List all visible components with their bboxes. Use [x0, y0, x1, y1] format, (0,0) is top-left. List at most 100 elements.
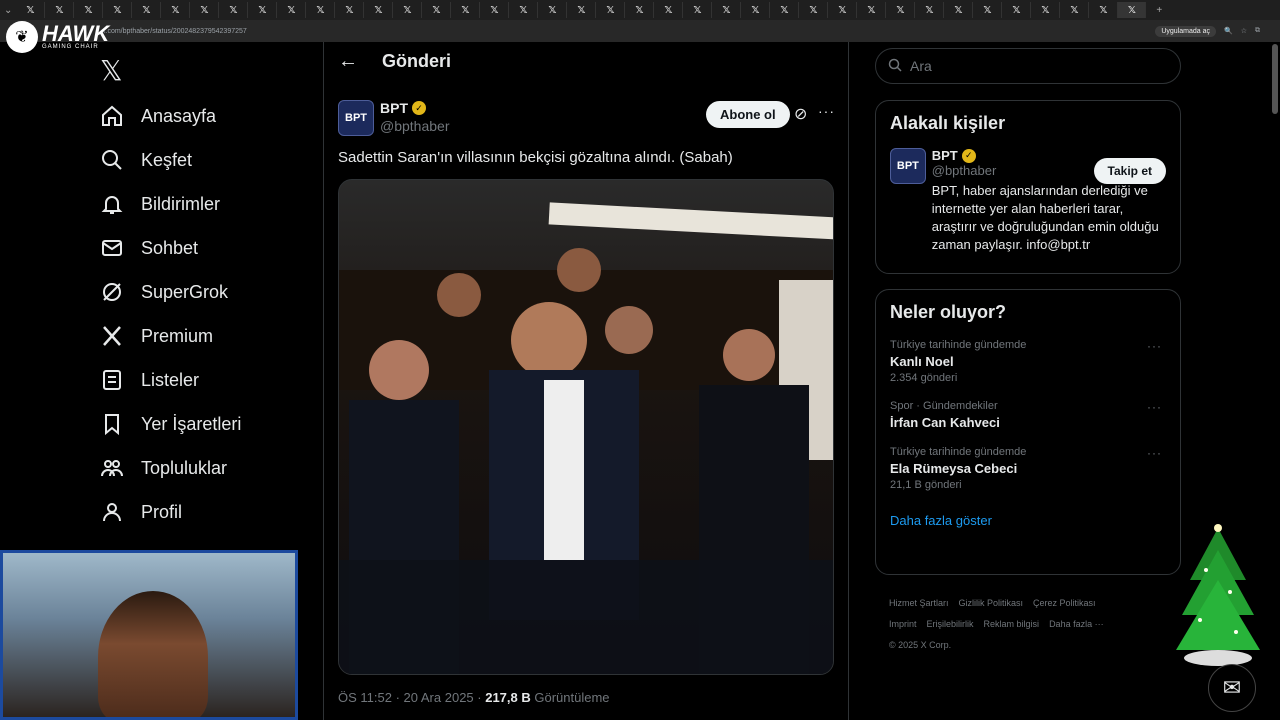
more-options-icon[interactable]: ···: [818, 103, 835, 119]
browser-tab[interactable]: 𝕏: [364, 2, 394, 18]
browser-tab[interactable]: 𝕏: [1118, 2, 1147, 18]
sidebar-item-label: Keşfet: [141, 149, 193, 170]
view-label: Görüntüleme: [534, 690, 610, 705]
trend-item[interactable]: Spor · Gündemdekiler İrfan Can Kahveci ···: [890, 400, 1166, 430]
browser-tab[interactable]: 𝕏: [45, 2, 75, 18]
star-icon[interactable]: ☆: [1241, 27, 1247, 35]
browser-tab[interactable]: 𝕏: [393, 2, 423, 18]
messages-icon[interactable]: ✉: [1208, 664, 1256, 712]
subscribe-button[interactable]: Abone ol: [706, 101, 790, 128]
x-favicon-icon: 𝕏: [519, 4, 528, 16]
browser-tab[interactable]: 𝕏: [625, 2, 655, 18]
browser-tab[interactable]: 𝕏: [828, 2, 858, 18]
search-input[interactable]: Ara: [875, 48, 1181, 84]
show-more-link[interactable]: Daha fazla göster: [890, 513, 1166, 528]
browser-tab[interactable]: 𝕏: [1031, 2, 1061, 18]
browser-tab[interactable]: 𝕏: [915, 2, 945, 18]
footer-link[interactable]: Hizmet Şartları: [889, 598, 949, 608]
post-time[interactable]: ÖS 11:52: [338, 690, 392, 705]
x-logo-icon[interactable]: 𝕏: [100, 54, 123, 87]
browser-tab[interactable]: 𝕏: [103, 2, 133, 18]
browser-tab[interactable]: 𝕏: [422, 2, 452, 18]
trend-topic: İrfan Can Kahveci: [890, 415, 1000, 430]
sidebar-item-bookmark[interactable]: Yer İşaretleri: [100, 402, 241, 446]
footer-link[interactable]: Reklam bilgisi: [984, 619, 1040, 629]
back-arrow-icon[interactable]: ←: [338, 50, 358, 73]
footer-link[interactable]: Imprint: [889, 619, 917, 629]
url-text[interactable]: x.com/bpthaber/status/200248237954239725…: [102, 28, 247, 35]
browser-tab[interactable]: 𝕏: [16, 2, 46, 18]
trend-item[interactable]: Türkiye tarihinde gündemde Kanlı Noel 2.35…: [890, 339, 1166, 384]
tab-search-icon[interactable]: ⌄: [4, 5, 12, 16]
browser-tab[interactable]: 𝕏: [190, 2, 220, 18]
sidebar-item-communities[interactable]: Topluluklar: [100, 446, 241, 490]
browser-tab[interactable]: 𝕏: [799, 2, 829, 18]
zoom-icon[interactable]: 🔍: [1224, 27, 1233, 35]
browser-tab[interactable]: 𝕏: [1060, 2, 1090, 18]
browser-tab[interactable]: 𝕏: [973, 2, 1003, 18]
browser-tab[interactable]: 𝕏: [248, 2, 278, 18]
sidebar-item-grok[interactable]: SuperGrok: [100, 270, 241, 314]
sidebar-item-list[interactable]: Listeler: [100, 358, 241, 402]
address-bar[interactable]: x.com/bpthaber/status/200248237954239725…: [0, 20, 1280, 42]
trend-topic: Kanlı Noel: [890, 354, 954, 369]
sidebar-item-mail[interactable]: Sohbet: [100, 226, 241, 270]
post-image[interactable]: [338, 179, 834, 675]
browser-tab[interactable]: 𝕏: [712, 2, 742, 18]
browser-tab[interactable]: 𝕏: [538, 2, 568, 18]
browser-tab[interactable]: 𝕏: [1089, 2, 1119, 18]
related-name[interactable]: BPT: [932, 148, 958, 163]
sidebar-item-label: Premium: [141, 325, 214, 346]
verified-badge-icon: ✓: [412, 101, 426, 115]
browser-tab[interactable]: 𝕏: [451, 2, 481, 18]
browser-tab[interactable]: 𝕏: [277, 2, 307, 18]
browser-tab[interactable]: 𝕏: [944, 2, 974, 18]
more-options-icon[interactable]: ···: [1147, 446, 1162, 460]
x-favicon-icon: 𝕏: [1127, 4, 1136, 16]
browser-tab[interactable]: 𝕏: [219, 2, 249, 18]
open-in-app-button[interactable]: Uygulamada aç: [1155, 25, 1216, 37]
sidebar-item-bell[interactable]: Bildirimler: [100, 182, 241, 226]
post-author[interactable]: BPT BPT ✓ @bpthaber: [338, 100, 449, 136]
browser-tab[interactable]: 𝕏: [74, 2, 104, 18]
browser-tab[interactable]: 𝕏: [335, 2, 365, 18]
browser-tab[interactable]: 𝕏: [857, 2, 887, 18]
avatar[interactable]: BPT: [338, 100, 374, 136]
follow-button[interactable]: Takip et: [1093, 158, 1166, 184]
sidebar-item-search[interactable]: Keşfet: [100, 138, 241, 182]
streamer-figure: [98, 591, 208, 717]
new-tab-icon[interactable]: +: [1156, 5, 1162, 16]
list-icon: [100, 368, 124, 392]
browser-tab[interactable]: 𝕏: [596, 2, 626, 18]
browser-tab[interactable]: 𝕏: [683, 2, 713, 18]
browser-tab[interactable]: 𝕏: [509, 2, 539, 18]
more-options-icon[interactable]: ···: [1147, 339, 1162, 353]
avatar[interactable]: BPT: [890, 148, 926, 184]
trend-item[interactable]: Türkiye tarihinde gündemde Ela Rümeysa Ce…: [890, 446, 1166, 491]
sidebar-item-x[interactable]: Premium: [100, 314, 241, 358]
footer-link[interactable]: Daha fazla ···: [1049, 619, 1104, 629]
browser-tab[interactable]: 𝕏: [1002, 2, 1032, 18]
post-date[interactable]: 20 Ara 2025: [404, 690, 474, 705]
browser-tab[interactable]: 𝕏: [654, 2, 684, 18]
sidebar-item-home[interactable]: Anasayfa: [100, 94, 241, 138]
footer-link[interactable]: Erişilebilirlik: [927, 619, 974, 629]
browser-tab[interactable]: 𝕏: [770, 2, 800, 18]
x-favicon-icon: 𝕏: [896, 4, 905, 16]
footer-link[interactable]: Gizlilik Politikası: [959, 598, 1024, 608]
more-options-icon[interactable]: ···: [1147, 400, 1162, 414]
browser-tab[interactable]: 𝕏: [480, 2, 510, 18]
scrollbar[interactable]: [1272, 44, 1278, 114]
sidebar-item-profile[interactable]: Profil: [100, 490, 241, 534]
footer-link[interactable]: Çerez Politikası: [1033, 598, 1096, 608]
browser-tab[interactable]: 𝕏: [132, 2, 162, 18]
browser-tab[interactable]: 𝕏: [886, 2, 916, 18]
grok-icon[interactable]: ⊘: [794, 104, 807, 124]
author-handle[interactable]: @bpthaber: [380, 118, 449, 134]
extensions-icon[interactable]: ⧉: [1255, 27, 1260, 35]
author-name[interactable]: BPT: [380, 100, 408, 116]
browser-tab[interactable]: 𝕏: [306, 2, 336, 18]
browser-tab[interactable]: 𝕏: [567, 2, 597, 18]
browser-tab[interactable]: 𝕏: [161, 2, 191, 18]
browser-tab[interactable]: 𝕏: [741, 2, 771, 18]
